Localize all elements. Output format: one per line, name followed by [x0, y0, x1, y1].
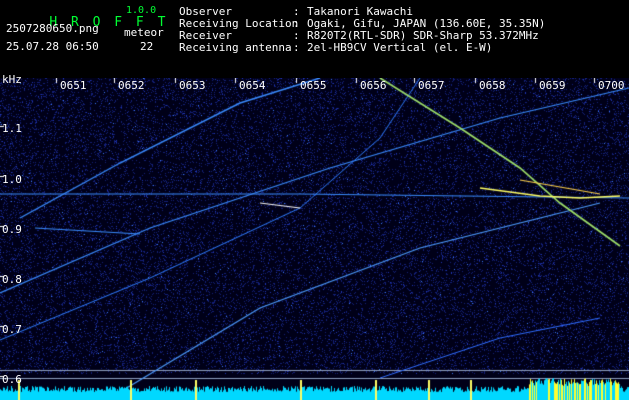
time-tick-label: 0653 [179, 79, 206, 92]
freq-tick-label: 0.9 [2, 223, 22, 236]
time-tick-label: 0652 [118, 79, 145, 92]
time-tick-label: 0657 [418, 79, 445, 92]
freq-tick-label: 0.7 [2, 323, 22, 336]
time-tick-label: 0658 [479, 79, 506, 92]
meteor-count: 22 [140, 40, 154, 53]
freq-tick-label: 0.6 [2, 373, 22, 386]
y-unit-label: kHz [2, 73, 22, 86]
freq-tick-label: 1.0 [2, 173, 22, 186]
info-sep: : [293, 41, 300, 54]
freq-tick-label: 0.8 [2, 273, 22, 286]
time-tick-label: 0656 [360, 79, 387, 92]
time-tick-label: 0700 [598, 79, 625, 92]
time-tick-label: 0651 [60, 79, 87, 92]
info-value-antenna: 2el-HB9CV Vertical (el. E-W) [307, 41, 493, 54]
time-tick-label: 0659 [539, 79, 566, 92]
info-key-antenna: Receiving antenna [179, 41, 292, 54]
spectrogram-window: { "app": { "title": "H R O F F T", "vers… [0, 0, 629, 400]
meteor-label: meteor [124, 26, 164, 39]
time-tick-label: 0654 [239, 79, 266, 92]
file-name: 2507280650.png [6, 22, 99, 35]
file-datetime: 25.07.28 06:50 [6, 40, 99, 53]
spectrogram-canvas [0, 78, 629, 400]
time-tick-label: 0655 [300, 79, 327, 92]
app-version: 1.0.0 [126, 5, 157, 16]
freq-tick-label: 1.1 [2, 122, 22, 135]
